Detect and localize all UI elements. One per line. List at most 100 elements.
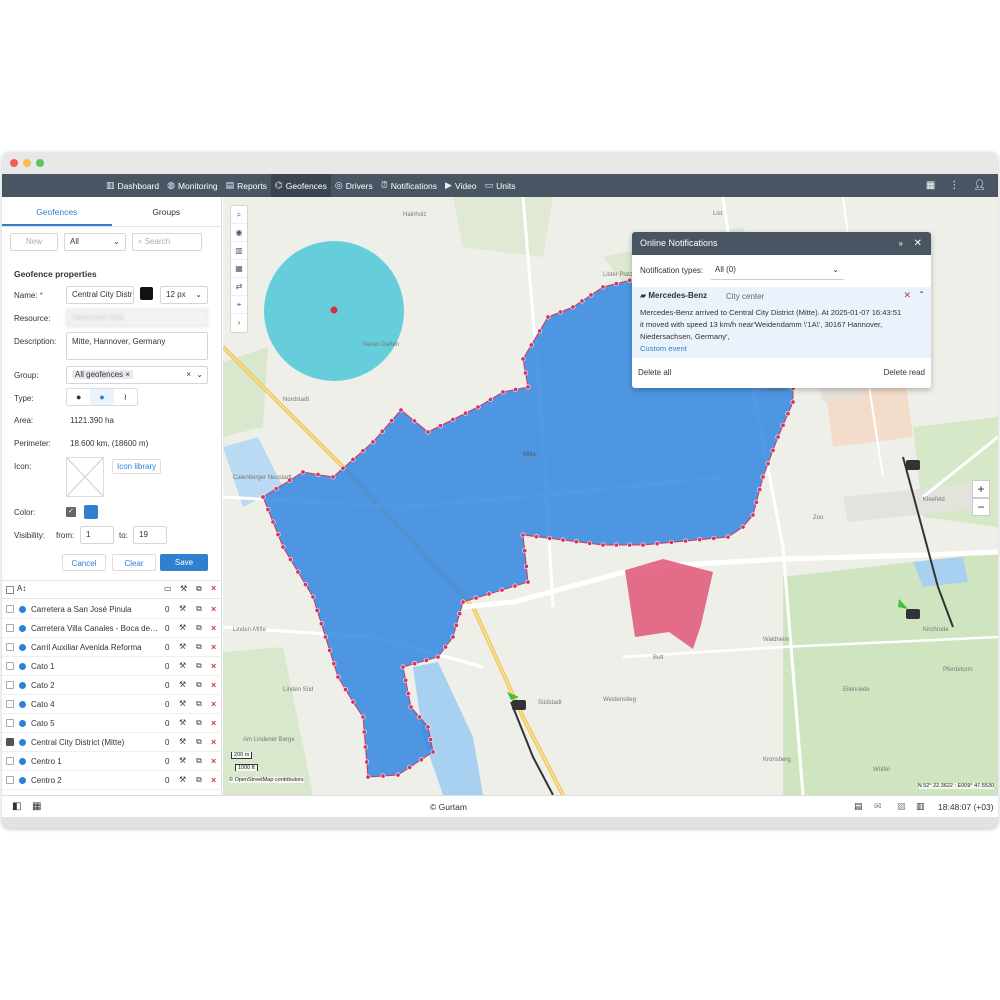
wrench-icon[interactable]: ⚒ [179, 604, 186, 613]
polygon-vertex-handle[interactable] [365, 774, 371, 780]
type-line-option[interactable]: ● [67, 389, 90, 405]
visibility-from-input[interactable]: 1 [80, 526, 114, 544]
save-button[interactable]: Save [160, 554, 208, 571]
chevron-up-icon[interactable]: ⌃ [918, 290, 925, 299]
nav-reports[interactable]: ▤ Reports [222, 174, 271, 197]
wrench-icon[interactable]: ⚒ [179, 680, 186, 689]
apps-grid-icon[interactable]: ▦ [926, 180, 935, 191]
polygon-vertex-handle[interactable] [450, 417, 456, 423]
nav-dashboard[interactable]: ▥ Dashboard [102, 174, 163, 197]
polygon-vertex-handle[interactable] [486, 591, 492, 597]
polygon-vertex-handle[interactable] [473, 595, 479, 601]
polygon-vertex-handle[interactable] [682, 538, 688, 544]
copy-icon[interactable]: ⧉ [196, 661, 202, 671]
polygon-vertex-handle[interactable] [443, 644, 449, 650]
polygon-vertex-handle[interactable] [270, 519, 276, 525]
new-geofence-button[interactable]: New [10, 233, 58, 251]
delete-all-button[interactable]: Delete all [638, 368, 671, 377]
messages-icon[interactable]: ▤ [854, 801, 863, 812]
polygon-vertex-handle[interactable] [537, 328, 543, 334]
polygon-vertex-handle[interactable] [288, 556, 294, 562]
polygon-vertex-handle[interactable] [423, 657, 429, 663]
polygon-vertex-handle[interactable] [395, 772, 401, 778]
polygon-vertex-handle[interactable] [600, 542, 606, 548]
copy-icon[interactable]: ⧉ [196, 680, 202, 690]
polygon-vertex-handle[interactable] [260, 494, 266, 500]
polygon-vertex-handle[interactable] [512, 583, 518, 589]
polygon-vertex-handle[interactable] [412, 661, 418, 667]
color-checkbox[interactable]: ✓ [66, 507, 76, 517]
type-polygon-option[interactable]: ≀ [114, 389, 137, 405]
polygon-vertex-handle[interactable] [331, 661, 337, 667]
close-window-button[interactable] [10, 159, 18, 167]
polygon-vertex-handle[interactable] [740, 524, 746, 530]
sort-alpha-icon[interactable]: A↕ [17, 584, 26, 593]
wrench-icon[interactable]: ⚒ [179, 775, 186, 784]
polygon-vertex-handle[interactable] [533, 534, 539, 540]
delete-all-icon[interactable]: × [211, 583, 216, 593]
row-checkbox[interactable] [6, 624, 14, 632]
polygon-vertex-handle[interactable] [425, 724, 431, 730]
delete-icon[interactable]: × [211, 775, 216, 785]
expand-icon[interactable]: › [231, 314, 247, 332]
polygon-vertex-handle[interactable] [668, 539, 674, 545]
polygon-vertex-handle[interactable] [587, 540, 593, 546]
nav-units[interactable]: ▭ Units [481, 174, 520, 197]
polygon-vertex-handle[interactable] [450, 634, 456, 640]
row-checkbox[interactable] [6, 605, 14, 613]
polygon-vertex-handle[interactable] [711, 535, 717, 541]
polygon-vertex-handle[interactable] [350, 456, 356, 462]
polygon-vertex-handle[interactable] [318, 621, 324, 627]
delete-icon[interactable]: × [211, 718, 216, 728]
polygon-vertex-handle[interactable] [303, 581, 309, 587]
polygon-vertex-handle[interactable] [280, 544, 286, 550]
polygon-vertex-handle[interactable] [323, 634, 329, 640]
description-textarea[interactable]: Mitte, Hannover, Germany [66, 332, 208, 360]
type-circle-option[interactable]: ● [90, 389, 114, 405]
nav-drivers[interactable]: ◎ Drivers [331, 174, 377, 197]
polygon-vertex-handle[interactable] [417, 714, 423, 720]
polygon-vertex-handle[interactable] [522, 370, 528, 376]
row-checkbox[interactable] [6, 719, 14, 727]
polygon-vertex-handle[interactable] [463, 410, 469, 416]
delete-icon[interactable]: × [211, 604, 216, 614]
polygon-vertex-handle[interactable] [295, 569, 301, 575]
polygon-vertex-handle[interactable] [725, 534, 731, 540]
copy-icon[interactable]: ⧉ [196, 756, 202, 766]
polygon-vertex-handle[interactable] [757, 487, 763, 493]
minimize-window-button[interactable] [23, 159, 31, 167]
wrench-icon[interactable]: ⚒ [179, 699, 186, 708]
polygon-vertex-handle[interactable] [435, 654, 441, 660]
measure-icon[interactable]: ⌖ [231, 296, 247, 314]
search-input[interactable]: ⌕ Search [132, 233, 202, 251]
sms-icon[interactable]: ✉ [874, 801, 882, 812]
polygon-vertex-handle[interactable] [520, 356, 526, 362]
tab-geofences[interactable]: Geofences [2, 197, 112, 226]
polygon-vertex-handle[interactable] [370, 439, 376, 445]
polygon-vertex-handle[interactable] [400, 664, 406, 670]
polygon-vertex-handle[interactable] [528, 342, 534, 348]
route-icon[interactable]: ⇄ [231, 278, 247, 296]
polygon-vertex-handle[interactable] [500, 389, 506, 395]
delete-icon[interactable]: × [211, 642, 216, 652]
list-item[interactable]: Carretera a San José Pinula 0 ⚒ ⧉ × [2, 600, 222, 619]
polygon-vertex-handle[interactable] [350, 699, 356, 705]
polygon-vertex-handle[interactable] [335, 674, 341, 680]
polygon-vertex-handle[interactable] [557, 309, 563, 315]
visibility-to-input[interactable]: 19 [133, 526, 167, 544]
sidebar-toggle-icon[interactable]: ◧ [12, 801, 21, 812]
polygon-vertex-handle[interactable] [750, 512, 756, 518]
delete-read-button[interactable]: Delete read [884, 368, 925, 377]
wrench-icon[interactable]: ⚒ [179, 642, 186, 651]
icon-library-button[interactable]: Icon library [112, 459, 162, 474]
group-select[interactable]: All geofences × × ⌄ [66, 366, 208, 384]
polygon-vertex-handle[interactable] [389, 418, 395, 424]
polygon-vertex-handle[interactable] [330, 474, 336, 480]
list-item[interactable]: Centro 2 0 ⚒ ⧉ × [2, 771, 222, 790]
polygon-vertex-handle[interactable] [310, 594, 316, 600]
polygon-vertex-handle[interactable] [300, 469, 306, 475]
polygon-vertex-handle[interactable] [579, 298, 585, 304]
wrench-icon[interactable]: ⚒ [179, 661, 186, 670]
nav-geofences[interactable]: ⌬ Geofences [270, 174, 331, 197]
copy-icon[interactable]: ⧉ [196, 642, 202, 652]
